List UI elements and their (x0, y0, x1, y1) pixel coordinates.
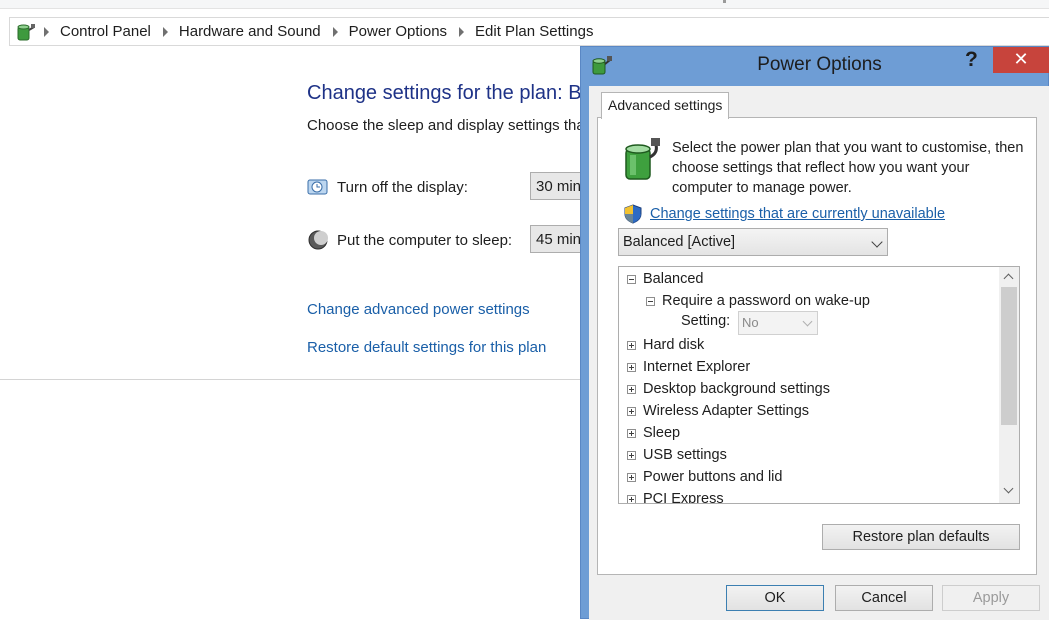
tree-item-power-buttons[interactable]: Power buttons and lid (627, 467, 782, 487)
top-strip-mark (723, 0, 726, 3)
tree-item-usb-settings[interactable]: USB settings (627, 445, 727, 465)
uac-shield-icon (624, 204, 642, 224)
dialog-title: Power Options (757, 54, 882, 75)
expand-icon[interactable] (627, 450, 636, 460)
tree-item-label: Balanced (643, 271, 704, 287)
tree-item-internet-explorer[interactable]: Internet Explorer (627, 357, 750, 377)
setting-select[interactable]: No (738, 311, 818, 335)
tree-item-balanced[interactable]: Balanced (627, 269, 703, 289)
tree-item-label: USB settings (643, 447, 727, 463)
page-title: Change settings for the plan: Ba (307, 82, 593, 104)
power-options-icon (17, 23, 35, 40)
address-bar[interactable]: Control Panel Hardware and Sound Power O… (9, 17, 1049, 46)
tree-item-sleep[interactable]: Sleep (627, 423, 680, 443)
window-top-strip (0, 0, 1049, 9)
display-clock-icon (307, 179, 328, 195)
battery-plug-icon (625, 138, 660, 180)
tree-item-label: Wireless Adapter Settings (643, 403, 810, 419)
change-unavailable-settings-link[interactable]: Change settings that are currently unava… (650, 206, 945, 222)
tree-item-label: Hard disk (643, 337, 705, 353)
help-icon[interactable]: ? (965, 48, 978, 72)
expand-icon[interactable] (627, 362, 636, 372)
restore-defaults-link[interactable]: Restore default settings for this plan (307, 339, 546, 356)
breadcrumb-separator[interactable] (459, 26, 465, 37)
scroll-down-icon[interactable] (1003, 483, 1014, 494)
plan-select[interactable]: Balanced [Active] (618, 228, 888, 256)
restore-plan-defaults-button[interactable]: Restore plan defaults (822, 524, 1020, 550)
breadcrumb-separator[interactable] (332, 26, 338, 37)
ok-button[interactable]: OK (726, 585, 824, 611)
close-button[interactable]: ✕ (993, 47, 1049, 73)
advanced-settings-panel: Select the power plan that you want to c… (597, 117, 1037, 575)
expand-icon[interactable] (627, 384, 636, 394)
breadcrumb-separator[interactable] (44, 26, 49, 37)
breadcrumb-power-options[interactable]: Power Options (349, 23, 447, 40)
chevron-down-icon (871, 236, 883, 248)
page-subtitle: Choose the sleep and display settings th… (307, 117, 585, 134)
collapse-icon[interactable] (646, 296, 655, 306)
tree-item-label: Power buttons and lid (643, 469, 783, 485)
collapse-icon[interactable] (627, 274, 636, 284)
setting-label: Setting: (681, 313, 731, 329)
breadcrumb-edit-plan-settings[interactable]: Edit Plan Settings (475, 23, 593, 40)
plan-select-value: Balanced [Active] (623, 234, 736, 250)
breadcrumb-separator[interactable] (162, 26, 168, 37)
chevron-down-icon (802, 316, 813, 327)
dialog-intro-text: Select the power plan that you want to c… (672, 140, 1024, 196)
tree-item-label: PCI Express (643, 491, 724, 504)
display-row: Turn off the display: (307, 176, 468, 198)
expand-icon[interactable] (627, 406, 636, 416)
change-advanced-settings-link[interactable]: Change advanced power settings (307, 301, 530, 318)
scroll-up-icon[interactable] (1003, 273, 1014, 284)
sleep-row: Put the computer to sleep: (307, 229, 512, 251)
apply-button[interactable]: Apply (942, 585, 1040, 611)
divider (0, 379, 590, 380)
sleep-label: Put the computer to sleep: (337, 231, 513, 249)
tree-item-label: Internet Explorer (643, 359, 751, 375)
sleep-moon-icon (308, 230, 328, 250)
expand-icon[interactable] (627, 494, 636, 503)
tree-scrollbar[interactable] (999, 267, 1019, 503)
tree-item-hard-disk[interactable]: Hard disk (627, 335, 704, 355)
tree-item-label: Sleep (643, 425, 681, 441)
breadcrumb-control-panel[interactable]: Control Panel (60, 23, 151, 40)
tree-item-label: Desktop background settings (643, 381, 830, 397)
setting-value: No (742, 315, 759, 330)
tree-item-desktop-background[interactable]: Desktop background settings (627, 379, 830, 399)
expand-icon[interactable] (627, 340, 636, 350)
tree-item-label: Require a password on wake-up (662, 293, 870, 309)
tree-item-pci-express[interactable]: PCI Express (627, 489, 724, 504)
scroll-thumb[interactable] (1001, 287, 1017, 425)
tree-item-require-password[interactable]: Require a password on wake-up (646, 291, 870, 311)
dialog-client-area: Advanced settings Select the power plan … (589, 86, 1049, 620)
power-options-dialog[interactable]: Power Options ? ✕ Advanced settings Sele… (580, 46, 1049, 620)
expand-icon[interactable] (627, 428, 636, 438)
settings-tree[interactable]: Balanced Require a password on wake-up S… (618, 266, 1020, 504)
tree-item-wireless-adapter[interactable]: Wireless Adapter Settings (627, 401, 809, 421)
tab-advanced-settings[interactable]: Advanced settings (601, 92, 730, 119)
breadcrumb-hardware-and-sound[interactable]: Hardware and Sound (179, 23, 321, 40)
cancel-button[interactable]: Cancel (835, 585, 933, 611)
display-label: Turn off the display: (337, 178, 468, 196)
expand-icon[interactable] (627, 472, 636, 482)
